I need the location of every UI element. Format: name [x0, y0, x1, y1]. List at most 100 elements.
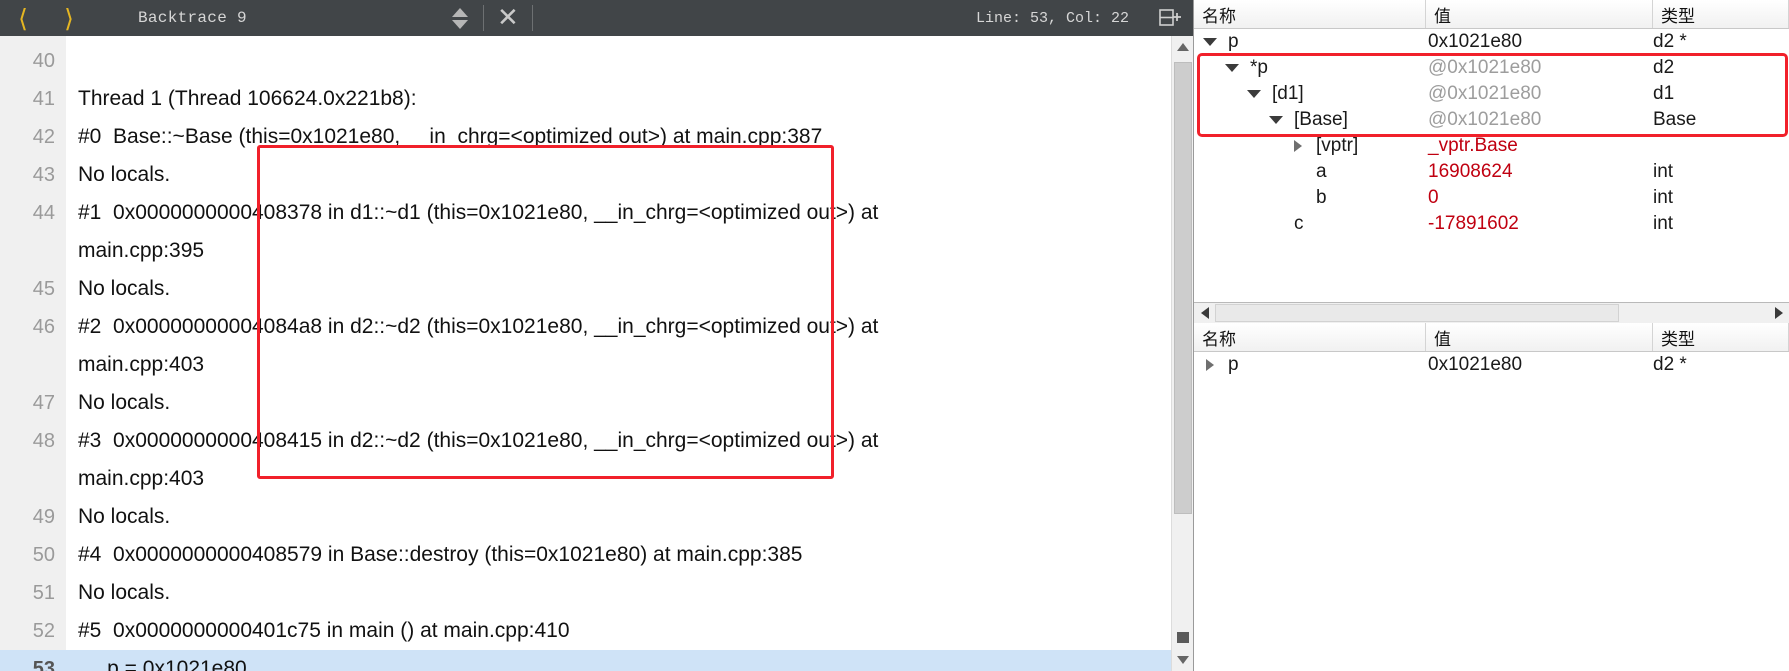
- backtrace-text[interactable]: Thread 1 (Thread 106624.0x221b8): #0 Base…: [66, 36, 1171, 671]
- column-header-name[interactable]: 名称: [1194, 0, 1426, 28]
- variable-value-cell[interactable]: -17891602: [1426, 213, 1653, 235]
- variable-name-cell: p: [1194, 31, 1426, 53]
- variable-value-cell[interactable]: @0x1021e80: [1426, 109, 1653, 131]
- backtrace-line[interactable]: #1 0x0000000000408378 in d1::~d1 (this=0…: [66, 194, 1171, 232]
- variable-row[interactable]: [Base] @0x1021e80 Base: [1194, 107, 1789, 133]
- variable-row[interactable]: *p @0x1021e80 d2: [1194, 55, 1789, 81]
- chevron-left-icon[interactable]: ⟨: [0, 0, 46, 36]
- chevron-down-icon[interactable]: [1200, 38, 1220, 46]
- chevron-right-icon[interactable]: [1288, 140, 1308, 152]
- variable-name-cell: c: [1194, 213, 1426, 235]
- variable-name-label: p: [1228, 31, 1239, 52]
- backtrace-line[interactable]: #0 Base::~Base (this=0x1021e80, __in_chr…: [66, 118, 1171, 156]
- line-number: 44: [32, 202, 55, 224]
- column-header-type[interactable]: 类型: [1653, 323, 1789, 351]
- backtrace-line[interactable]: Thread 1 (Thread 106624.0x221b8):: [66, 80, 1171, 118]
- scroll-right-arrow-icon[interactable]: [1768, 303, 1789, 324]
- scroll-down-arrow-icon[interactable]: [1172, 649, 1193, 671]
- scroll-up-arrow-icon[interactable]: [1172, 36, 1193, 58]
- variables-pane: 名称 值 类型 p 0x1021e80 d2 * *p @0x1021e80 d2 [d1]…: [1193, 0, 1789, 671]
- variable-type-cell: Base: [1653, 109, 1697, 130]
- variable-row[interactable]: p 0x1021e80 d2 *: [1194, 29, 1789, 55]
- chevron-down-icon[interactable]: [1266, 116, 1286, 124]
- debugger-window: ⟨ ⟩ Backtrace 9 ✕ Line: 53, Col: 22 40 4…: [0, 0, 1789, 671]
- column-header-value[interactable]: 值: [1426, 0, 1653, 28]
- variable-row[interactable]: [vptr] _vptr.Base: [1194, 133, 1789, 159]
- variable-row[interactable]: c -17891602 int: [1194, 211, 1789, 237]
- backtrace-line[interactable]: main.cpp:403: [66, 346, 1171, 384]
- backtrace-line[interactable]: No locals.: [66, 384, 1171, 422]
- backtrace-line[interactable]: No locals.: [66, 574, 1171, 612]
- variable-type-cell: int: [1653, 213, 1674, 234]
- scrollbar-thumb[interactable]: [1174, 62, 1192, 514]
- variable-value-cell[interactable]: 0x1021e80: [1426, 31, 1653, 53]
- variable-name-cell: [d1]: [1194, 83, 1426, 105]
- variable-name-label: a: [1316, 161, 1327, 182]
- line-number: 40: [32, 50, 55, 72]
- chevron-right-icon[interactable]: [1200, 359, 1220, 371]
- chevron-right-icon[interactable]: ⟩: [46, 0, 92, 36]
- split-view-add-icon[interactable]: [1147, 0, 1193, 36]
- variable-row[interactable]: [d1] @0x1021e80 d1: [1194, 81, 1789, 107]
- backtrace-line[interactable]: #4 0x0000000000408579 in Base::destroy (…: [66, 536, 1171, 574]
- spinner-up-arrow-icon[interactable]: [451, 7, 468, 17]
- variable-name-cell: [Base]: [1194, 109, 1426, 131]
- variable-value-cell[interactable]: 0: [1426, 187, 1653, 209]
- locals-panel-rows[interactable]: p 0x1021e80 d2 *: [1194, 352, 1789, 671]
- backtrace-line[interactable]: No locals.: [66, 270, 1171, 308]
- variable-name-label: p: [1228, 354, 1239, 375]
- line-number-gutter: 4041424344 4546 4748 495051525354: [0, 36, 66, 671]
- variable-name-cell: [vptr]: [1194, 135, 1426, 157]
- backtrace-line[interactable]: No locals.: [66, 498, 1171, 536]
- column-header-type[interactable]: 类型: [1653, 0, 1789, 28]
- variable-name-cell: a: [1194, 161, 1426, 183]
- line-number: 48: [32, 430, 55, 452]
- backtrace-line[interactable]: #2 0x00000000004084a8 in d2::~d2 (this=0…: [66, 308, 1171, 346]
- backtrace-line[interactable]: #5 0x0000000000401c75 in main () at main…: [66, 612, 1171, 650]
- variable-name-cell: *p: [1194, 57, 1426, 79]
- editor-vertical-scrollbar[interactable]: [1171, 36, 1193, 671]
- variable-value-cell[interactable]: 0x1021e80: [1426, 354, 1653, 376]
- variable-value-cell[interactable]: @0x1021e80: [1426, 83, 1653, 105]
- line-number: 50: [32, 544, 55, 566]
- line-number: 46: [32, 316, 55, 338]
- scrollbar-track[interactable]: [1215, 303, 1768, 324]
- chevron-down-icon[interactable]: [1244, 90, 1264, 98]
- variable-value-cell[interactable]: 16908624: [1426, 161, 1653, 183]
- scroll-left-arrow-icon[interactable]: [1194, 303, 1215, 324]
- spinner-up-down-icon[interactable]: [447, 0, 473, 36]
- backtrace-line[interactable]: main.cpp:395: [66, 232, 1171, 270]
- variable-value-cell[interactable]: _vptr.Base: [1426, 135, 1653, 157]
- variable-type-cell: int: [1653, 187, 1674, 208]
- variable-row[interactable]: p 0x1021e80 d2 *: [1194, 352, 1789, 378]
- variable-type-cell: d2 *: [1653, 354, 1687, 375]
- close-icon[interactable]: ✕: [494, 0, 522, 36]
- variable-row[interactable]: b 0 int: [1194, 185, 1789, 211]
- variable-name-label: [d1]: [1272, 83, 1304, 104]
- variable-name-label: *p: [1250, 57, 1268, 78]
- watch-panel-rows[interactable]: p 0x1021e80 d2 * *p @0x1021e80 d2 [d1] @0x1021e…: [1194, 29, 1789, 302]
- watch-panel-header: 名称 值 类型: [1194, 0, 1789, 29]
- locals-panel-header: 名称 值 类型: [1194, 323, 1789, 352]
- variable-row[interactable]: a 16908624 int: [1194, 159, 1789, 185]
- backtrace-line[interactable]: No locals.: [66, 156, 1171, 194]
- variable-value-cell[interactable]: @0x1021e80: [1426, 57, 1653, 79]
- variable-type-cell: int: [1653, 161, 1674, 182]
- backtrace-line[interactable]: [66, 42, 1171, 80]
- line-number: 49: [32, 506, 55, 528]
- line-number: 42: [32, 126, 55, 148]
- column-header-value[interactable]: 值: [1426, 323, 1653, 351]
- scrollbar-thumb[interactable]: [1215, 303, 1619, 322]
- spinner-down-arrow-icon[interactable]: [451, 19, 468, 29]
- variable-name-label: [vptr]: [1316, 135, 1359, 156]
- watch-horizontal-scrollbar[interactable]: [1194, 302, 1789, 323]
- variable-name-label: [Base]: [1294, 109, 1348, 130]
- backtrace-line[interactable]: p = 0x1021e80: [66, 650, 1171, 671]
- chevron-down-icon[interactable]: [1222, 64, 1242, 72]
- backtrace-title: Backtrace 9: [138, 9, 247, 27]
- backtrace-line[interactable]: #3 0x0000000000408415 in d2::~d2 (this=0…: [66, 422, 1171, 460]
- column-header-name[interactable]: 名称: [1194, 323, 1426, 351]
- variable-name-cell: p: [1194, 354, 1426, 376]
- variable-name-label: c: [1294, 213, 1304, 234]
- backtrace-line[interactable]: main.cpp:403: [66, 460, 1171, 498]
